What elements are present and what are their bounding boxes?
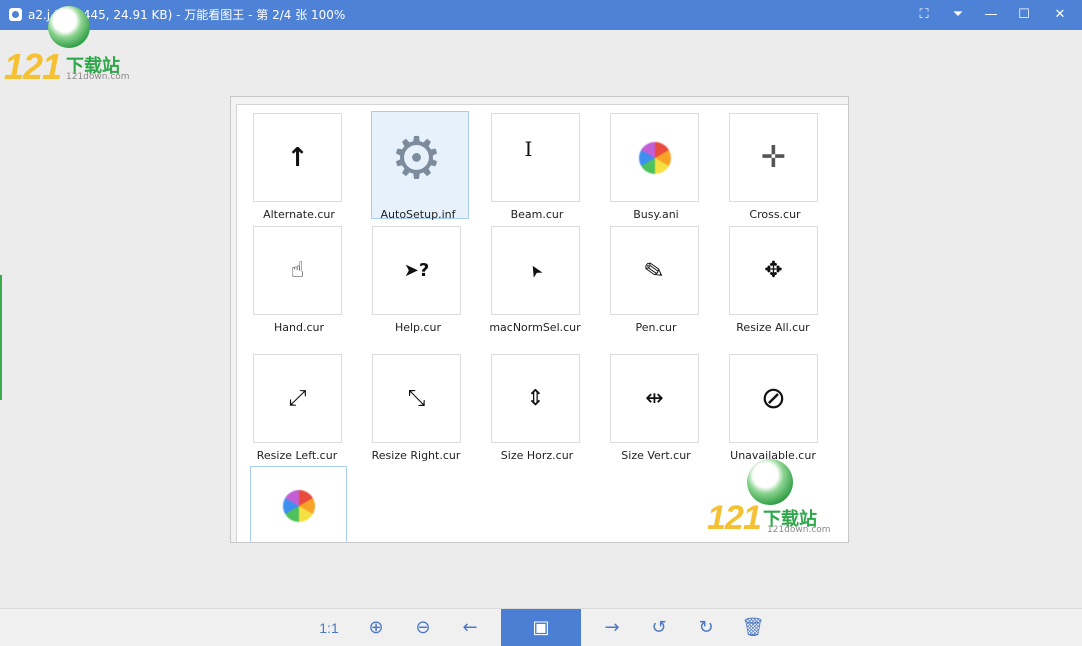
- zoom-in-icon: ⊕: [368, 617, 384, 638]
- file-thumbnail: [250, 466, 347, 542]
- file-name: Hand.cur: [273, 321, 324, 334]
- gear-document-icon: ⚙: [390, 123, 443, 192]
- slideshow-button[interactable]: ▣: [501, 609, 581, 646]
- file-thumbnail: ➤: [491, 226, 580, 315]
- menu-button[interactable]: ⏷: [947, 5, 969, 25]
- crosshair-icon: ✛: [760, 139, 787, 175]
- file-thumbnail: [610, 113, 699, 202]
- trash-icon: 🗑: [741, 617, 765, 638]
- actual-size-label: 1:1: [319, 619, 339, 636]
- left-accent: [0, 275, 2, 400]
- file-name: Beam.cur: [510, 208, 564, 221]
- rotate-left-icon: ↺: [651, 617, 667, 638]
- file-name: Pen.cur: [635, 321, 677, 334]
- minimize-button[interactable]: —: [980, 5, 1002, 25]
- file-name: Cross.cur: [749, 208, 801, 221]
- resize-horizontal-icon: ⇹: [645, 385, 664, 411]
- fullscreen-button[interactable]: ⛶: [913, 5, 935, 25]
- file-thumbnail: ⤡: [372, 354, 461, 443]
- file-thumbnail: ⚙: [372, 113, 461, 202]
- watermark-logo-image: 121 下载站 121down.com: [707, 459, 837, 539]
- file-thumbnail: ⇕: [491, 354, 580, 443]
- busy-wheel-icon: [282, 490, 315, 522]
- logo-url: 121down.com: [66, 72, 130, 82]
- arrow-up-icon: ↑: [286, 142, 309, 173]
- file-thumbnail: ➤?: [372, 226, 461, 315]
- logo-url: 121down.com: [767, 525, 831, 535]
- actual-size-button[interactable]: 1:1: [311, 609, 347, 646]
- image-canvas[interactable]: ↑ Alternate.cur ⚙ AutoSetup.inf I Beam.cur Bus…: [230, 96, 849, 543]
- file-name: Busy.ani: [633, 208, 679, 221]
- rotate-right-button[interactable]: ↻: [688, 609, 724, 646]
- file-thumbnail: ⤢: [253, 354, 342, 443]
- zoom-out-button[interactable]: ⊖: [405, 609, 441, 646]
- next-image-button[interactable]: →: [594, 609, 630, 646]
- logo-number: 121: [707, 499, 762, 537]
- file-thumbnail: ✥: [729, 226, 818, 315]
- file-thumbnail: ☝: [253, 226, 342, 315]
- unavailable-icon: ⊘: [760, 380, 787, 416]
- zoom-in-button[interactable]: ⊕: [358, 609, 394, 646]
- rotate-left-button[interactable]: ↺: [641, 609, 677, 646]
- resize-diagonal-right-icon: ⤡: [407, 385, 426, 411]
- file-name: Resize Left.cur: [256, 449, 338, 462]
- file-thumbnail: ✛: [729, 113, 818, 202]
- file-thumbnail: ⇹: [610, 354, 699, 443]
- maximize-button[interactable]: ☐: [1013, 5, 1035, 25]
- bottom-toolbar: 1:1 ⊕ ⊖ ← ▣ → ↺ ↻ 🗑: [0, 608, 1082, 646]
- arrow-right-icon: →: [604, 617, 620, 638]
- file-thumbnail: ✎: [610, 226, 699, 315]
- close-button[interactable]: ✕: [1049, 5, 1071, 25]
- title-bar: a2.j 19 * 445, 24.91 KB) - 万能看图王 - 第 2/4…: [0, 0, 1082, 30]
- file-name: Alternate.cur: [263, 208, 335, 221]
- file-name: AutoSetup.inf: [380, 208, 456, 221]
- file-thumbnail: I: [491, 113, 580, 202]
- logo-ball-icon: [48, 6, 90, 48]
- file-thumbnail: ↑: [253, 113, 342, 202]
- file-name: Size Vert.cur: [621, 449, 691, 462]
- resize-vertical-icon: ⇕: [526, 385, 545, 411]
- text-beam-icon: I: [524, 136, 533, 161]
- arrow-pointer-icon: ➤: [523, 260, 547, 282]
- pen-icon: ✎: [642, 254, 667, 287]
- logo-number: 121: [4, 46, 62, 87]
- arrow-left-icon: ←: [462, 617, 478, 638]
- move-icon: ✥: [764, 257, 783, 283]
- hand-pointer-icon: ☝: [290, 257, 305, 283]
- file-thumbnail: ⊘: [729, 354, 818, 443]
- delete-button[interactable]: 🗑: [735, 609, 771, 646]
- watermark-logo-top: 121 下载站 121down.com: [4, 6, 134, 87]
- file-name: Resize All.cur: [736, 321, 810, 334]
- prev-image-button[interactable]: ←: [452, 609, 488, 646]
- resize-diagonal-left-icon: ⤢: [288, 385, 307, 411]
- busy-wheel-icon: [638, 141, 671, 174]
- file-name: macNormSel.cur: [489, 321, 581, 334]
- slideshow-icon: ▣: [532, 617, 550, 638]
- rotate-right-icon: ↻: [698, 617, 714, 638]
- zoom-out-icon: ⊖: [415, 617, 431, 638]
- help-pointer-icon: ➤?: [403, 259, 430, 281]
- file-name: Size Horz.cur: [500, 449, 574, 462]
- file-name: Resize Right.cur: [371, 449, 461, 462]
- file-name: Help.cur: [394, 321, 442, 334]
